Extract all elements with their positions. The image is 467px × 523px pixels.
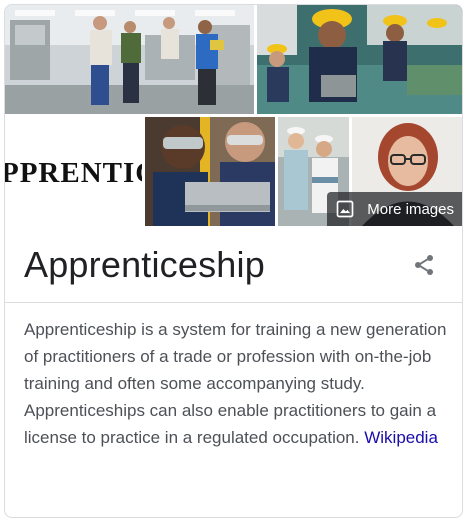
banner-text: PPRENTIC [5, 157, 142, 189]
more-images-button[interactable]: More images [327, 192, 462, 226]
panel-description: Apprenticeship is a system for training … [24, 316, 449, 451]
panel-title: Apprenticeship [24, 244, 265, 285]
gallery-image-workshop[interactable] [5, 5, 254, 114]
title-row: Apprenticeship [5, 226, 462, 303]
gallery-image-goggles[interactable] [145, 117, 275, 226]
knowledge-panel: PPRENTIC [4, 4, 463, 518]
gallery-image-hard-hats[interactable] [257, 5, 462, 114]
wikipedia-link[interactable]: Wikipedia [364, 428, 438, 447]
share-icon[interactable] [412, 253, 436, 277]
more-images-label: More images [367, 200, 454, 218]
image-icon [336, 200, 354, 218]
gallery-image-banner[interactable]: PPRENTIC [5, 117, 142, 226]
image-gallery: PPRENTIC [5, 5, 462, 226]
